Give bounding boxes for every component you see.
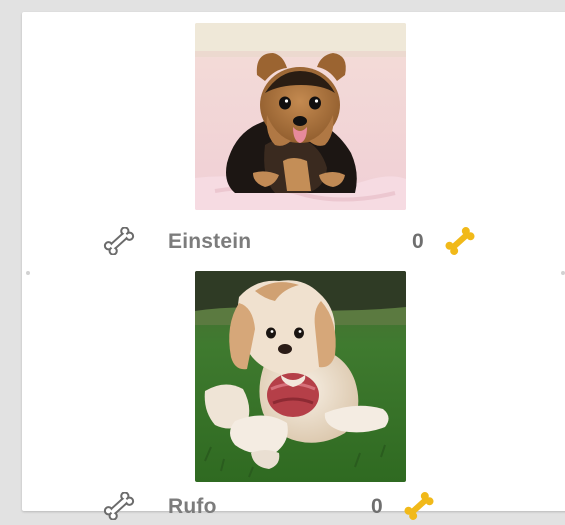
pet-card: Rufo 0 [22,271,565,521]
bone-count: 0 [371,495,383,518]
pet-photo[interactable] [195,271,406,482]
app-background: Einstein 0 Rufo 0 [8,0,565,521]
pet-list-panel: Einstein 0 Rufo 0 [22,12,565,521]
bone-gold-icon[interactable] [443,227,477,255]
bone-count: 0 [412,230,424,253]
pet-photo[interactable] [195,23,406,210]
bone-outline-icon[interactable] [102,226,136,256]
pet-row: Einstein 0 [22,226,565,256]
pet-card: Einstein 0 [22,12,565,270]
pet-name: Rufo [168,495,217,518]
pet-name: Einstein [168,230,252,253]
